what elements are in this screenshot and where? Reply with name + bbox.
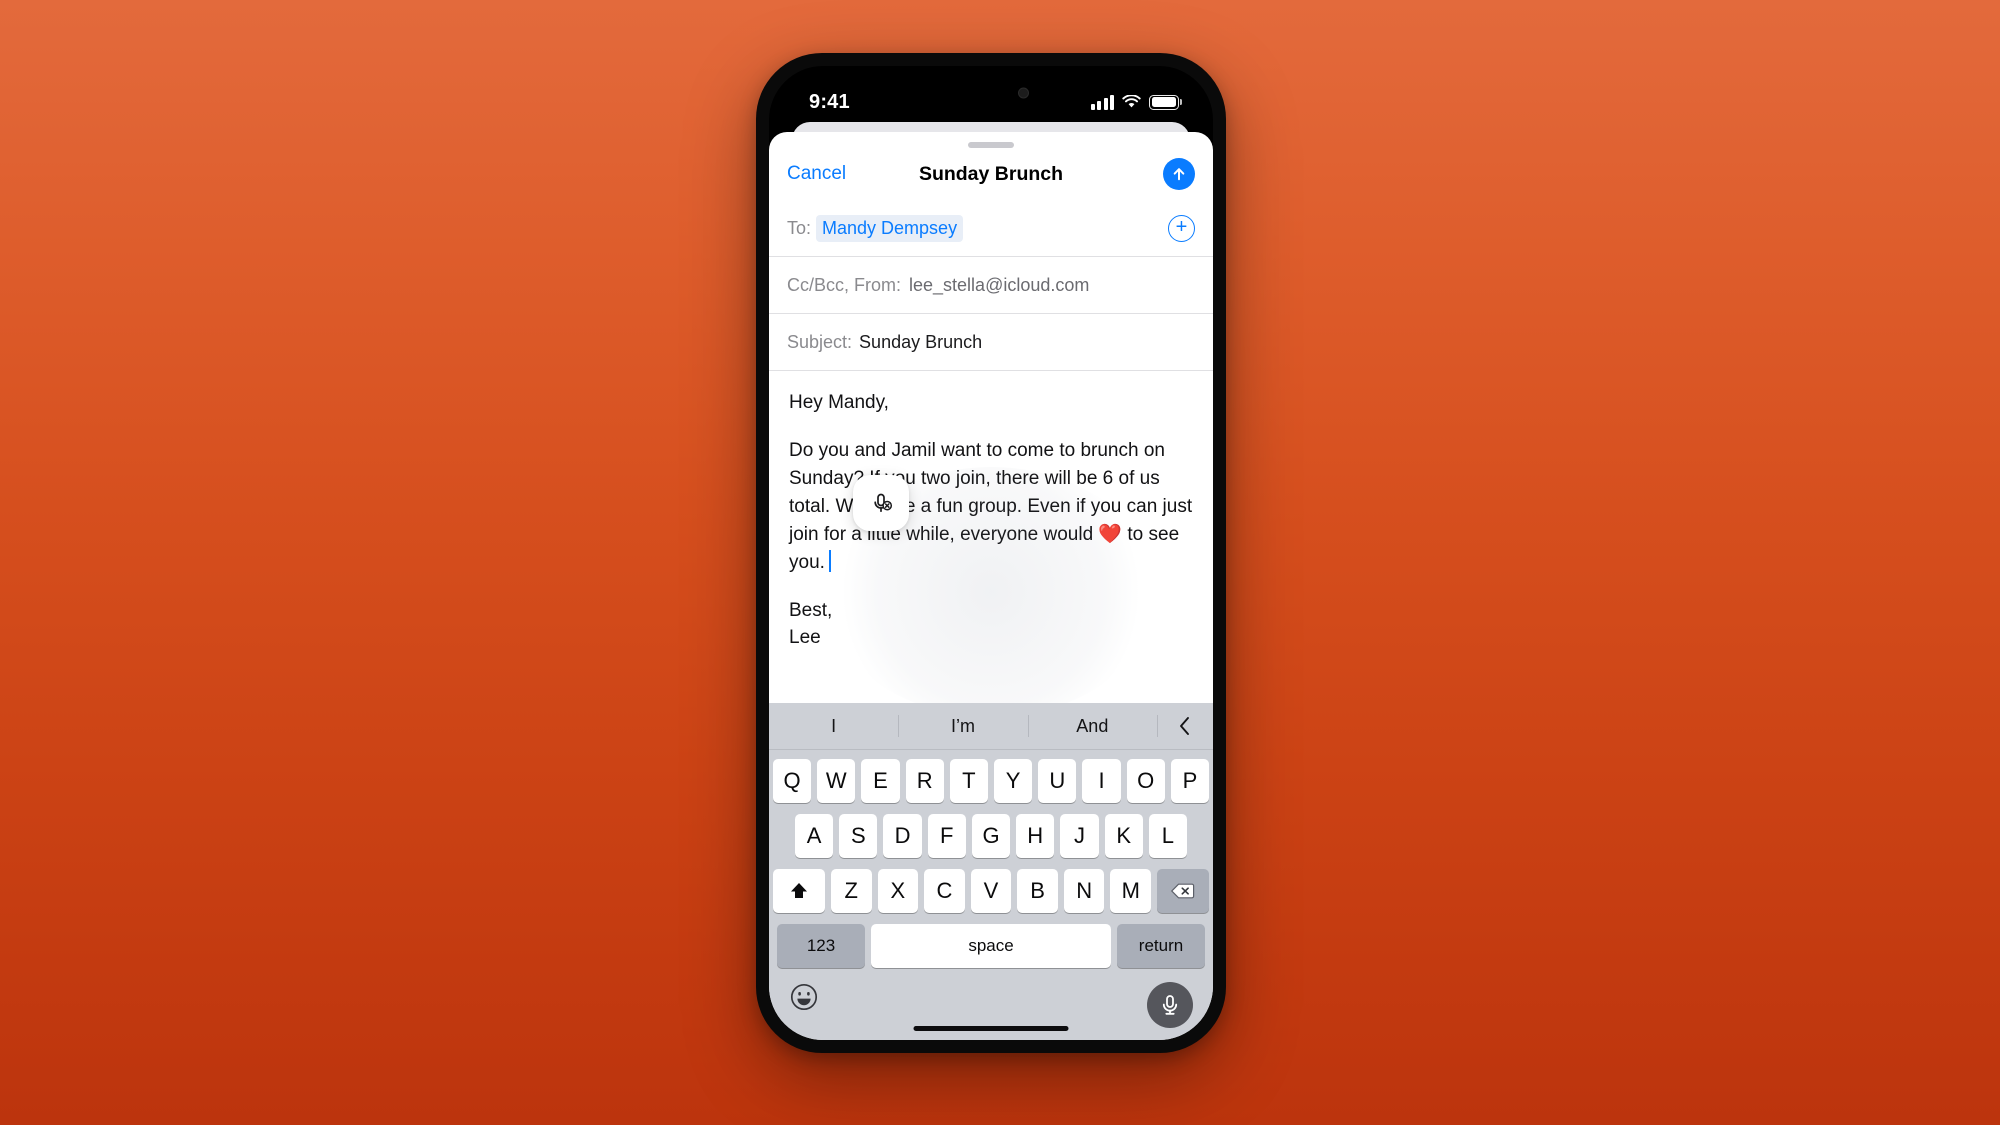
microphone-off-icon [874, 493, 893, 513]
compose-nav-bar: Cancel Sunday Brunch [769, 148, 1213, 200]
status-bar-time: 9:41 [809, 90, 850, 113]
backspace-delete-icon [1170, 883, 1195, 899]
key-q[interactable]: Q [772, 759, 812, 803]
text-caret [828, 550, 831, 572]
microphone-icon [1162, 995, 1178, 1015]
key-r[interactable]: R [905, 759, 944, 803]
delete-key[interactable] [1157, 869, 1210, 913]
status-bar-indicators [1090, 94, 1179, 110]
subject-field-value: Sunday Brunch [859, 331, 983, 352]
subject-field-label: Subject: [787, 331, 853, 352]
to-field-row[interactable]: To: Mandy Dempsey + [769, 200, 1213, 257]
key-a[interactable]: A [795, 814, 834, 858]
battery-icon [1149, 94, 1179, 110]
body-greeting: Hey Mandy, [789, 392, 889, 413]
compose-sheet: Cancel Sunday Brunch To: Mandy Dempsey +… [769, 132, 1213, 1040]
prediction-item-0[interactable]: I [769, 703, 898, 749]
dictation-mic-button[interactable] [1147, 982, 1193, 1028]
phone-screen: 9:41 Cancel Sunday Brunch To: Mandy Demp… [769, 66, 1213, 1040]
shift-key[interactable] [772, 869, 825, 913]
ccbcc-from-label: Cc/Bcc, From: [787, 274, 902, 295]
body-paragraph-text: Do you and Jamil want to come to brunch … [789, 440, 1193, 573]
ccbcc-from-field-row[interactable]: Cc/Bcc, From: lee_stella@icloud.com [769, 257, 1213, 314]
recipient-token-mandy-dempsey[interactable]: Mandy Dempsey [816, 214, 964, 242]
subject-field-row[interactable]: Subject: Sunday Brunch [769, 314, 1213, 371]
key-u[interactable]: U [1038, 759, 1077, 803]
key-p[interactable]: P [1170, 759, 1210, 803]
key-s[interactable]: S [839, 814, 878, 858]
cellular-signal-icon [1090, 94, 1114, 110]
key-c[interactable]: C [924, 869, 965, 913]
key-o[interactable]: O [1126, 759, 1165, 803]
key-z[interactable]: Z [830, 869, 872, 913]
body-signature: Lee [789, 627, 821, 648]
software-keyboard: I I’m And Q W E R T Y U I O P A S D F G … [769, 703, 1213, 1040]
add-contact-button[interactable]: + [1168, 214, 1195, 242]
home-indicator[interactable] [913, 1025, 1069, 1031]
keyboard-row-3: Z X C V B N M [772, 869, 1210, 913]
key-h[interactable]: H [1016, 814, 1055, 858]
keyboard-row-4: 123 space return [773, 924, 1209, 968]
from-address-value: lee_stella@icloud.com [909, 274, 1090, 295]
keyboard-row-2: A S D F G H J K L [773, 814, 1209, 858]
key-k[interactable]: K [1104, 814, 1143, 858]
prediction-item-1[interactable]: I’m [898, 703, 1027, 749]
body-signoff: Best, [789, 600, 833, 621]
keyboard-bottom-bar [769, 978, 1213, 1040]
key-j[interactable]: J [1060, 814, 1099, 858]
dictation-toggle-popup[interactable] [853, 475, 909, 531]
key-d[interactable]: D [883, 814, 922, 858]
key-x[interactable]: X [877, 869, 919, 913]
keyboard-rows: Q W E R T Y U I O P A S D F G H J K L Z … [769, 750, 1213, 968]
numbers-key[interactable]: 123 [777, 924, 865, 968]
mail-body-editor[interactable]: Hey Mandy, Do you and Jamil want to come… [769, 371, 1213, 703]
space-key[interactable]: space [871, 924, 1111, 968]
key-m[interactable]: M [1110, 869, 1152, 913]
key-l[interactable]: L [1148, 814, 1187, 858]
send-button[interactable] [1163, 158, 1195, 190]
key-i[interactable]: I [1082, 759, 1121, 803]
dynamic-island [939, 78, 1043, 108]
plus-icon: + [1175, 216, 1188, 238]
key-e[interactable]: E [861, 759, 900, 803]
wifi-icon [1122, 95, 1141, 108]
body-paragraph: Do you and Jamil want to come to brunch … [789, 437, 1193, 577]
cancel-button[interactable]: Cancel [787, 163, 846, 185]
keyboard-row-1: Q W E R T Y U I O P [772, 759, 1210, 803]
chevron-left-icon [1180, 717, 1189, 735]
key-f[interactable]: F [927, 814, 966, 858]
key-v[interactable]: V [970, 869, 1012, 913]
key-b[interactable]: B [1017, 869, 1058, 913]
emoji-smiley-icon [790, 983, 818, 1011]
predictions-collapse-button[interactable] [1156, 703, 1213, 749]
to-field-label: To: [787, 217, 812, 238]
predictive-text-bar: I I’m And [769, 703, 1213, 750]
prediction-item-2[interactable]: And [1027, 703, 1157, 749]
shift-arrow-icon [790, 883, 807, 898]
key-w[interactable]: W [817, 759, 856, 803]
emoji-keyboard-button[interactable] [789, 982, 819, 1017]
front-camera-icon [1018, 87, 1029, 99]
key-g[interactable]: G [971, 814, 1011, 858]
arrow-up-icon [1173, 168, 1185, 181]
phone-frame: 9:41 Cancel Sunday Brunch To: Mandy Demp… [756, 53, 1226, 1053]
key-t[interactable]: T [949, 759, 988, 803]
key-y[interactable]: Y [994, 759, 1033, 803]
return-key[interactable]: return [1117, 924, 1205, 968]
key-n[interactable]: N [1063, 869, 1105, 913]
